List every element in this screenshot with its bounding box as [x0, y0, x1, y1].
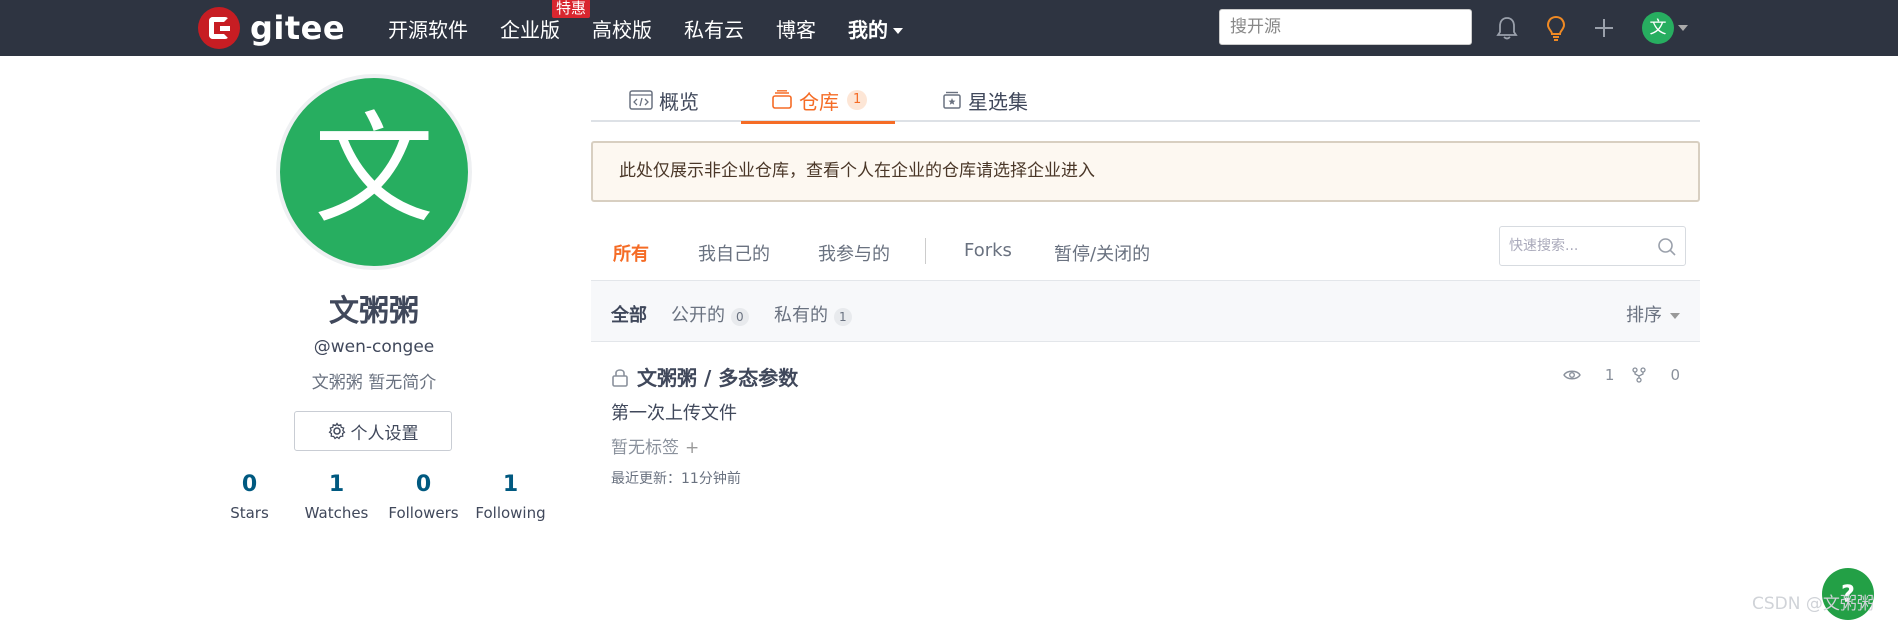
- repo-icon: [772, 90, 792, 109]
- profile-tabs: 概览 仓库 1 星选集: [591, 78, 1700, 124]
- profile-username: @wen-congee: [313, 337, 435, 357]
- nav-blog[interactable]: 博客: [776, 14, 816, 43]
- tab-collections[interactable]: 星选集: [942, 78, 1028, 122]
- tab-collections-label: 星选集: [968, 89, 1028, 114]
- stat-stars[interactable]: 0 Stars: [206, 470, 293, 522]
- filter-participated[interactable]: 我参与的: [818, 240, 890, 266]
- filter-paused-closed[interactable]: 暂停/关闭的: [1054, 240, 1150, 266]
- watch-count[interactable]: 1: [1563, 366, 1615, 384]
- tab-overview[interactable]: 概览: [629, 78, 699, 122]
- tab-overview-label: 概览: [659, 89, 699, 114]
- nav-mine-label: 我的: [848, 17, 888, 42]
- chevron-down-icon: [893, 28, 903, 34]
- active-tab-indicator: [741, 121, 896, 124]
- search-input[interactable]: 搜开源: [1219, 9, 1472, 45]
- filter-forks[interactable]: Forks: [964, 240, 1012, 261]
- sort-dropdown[interactable]: 排序: [1626, 301, 1680, 327]
- stat-label: Followers: [388, 504, 459, 522]
- subfilter-private[interactable]: 私有的 1: [774, 301, 852, 327]
- nav-private-cloud[interactable]: 私有云: [684, 14, 744, 43]
- main-nav: 开源软件 企业版 特惠 高校版 私有云 博客 我的: [388, 0, 935, 56]
- personal-settings-button[interactable]: 个人设置: [294, 411, 452, 451]
- user-avatar[interactable]: 文: [1642, 12, 1674, 44]
- plus-icon[interactable]: [1590, 14, 1618, 42]
- logo-text: gitee: [250, 9, 346, 47]
- visibility-filters: 全部 公开的 0 私有的 1 排序: [591, 280, 1700, 342]
- bell-icon[interactable]: [1493, 14, 1521, 42]
- lock-icon: [612, 368, 628, 387]
- stat-label: Stars: [230, 504, 269, 522]
- stat-watches[interactable]: 1 Watches: [293, 470, 380, 522]
- top-navbar: gitee 开源软件 企业版 特惠 高校版 私有云 博客 我的 搜开源 文: [0, 0, 1898, 56]
- repo-tags: 暂无标签 +: [611, 433, 699, 458]
- search-icon[interactable]: [1657, 237, 1677, 257]
- add-tag-button[interactable]: +: [685, 438, 699, 458]
- eye-icon: [1563, 370, 1581, 380]
- nav-enterprise[interactable]: 企业版 特惠: [500, 0, 590, 43]
- stat-followers[interactable]: 0 Followers: [380, 470, 467, 522]
- lightbulb-icon[interactable]: [1542, 14, 1570, 42]
- filter-divider: [925, 238, 926, 264]
- profile-name: 文粥粥: [329, 294, 419, 329]
- repo-description: 第一次上传文件: [611, 403, 737, 424]
- fork-count-value: 0: [1670, 366, 1680, 384]
- subfilter-public[interactable]: 公开的 0: [671, 301, 749, 327]
- repo-list-item: 文粥粥 / 多态参数 第一次上传文件 暂无标签 + 最近更新：11分钟前 1 0: [591, 342, 1700, 492]
- tab-repositories[interactable]: 仓库 1: [741, 78, 896, 124]
- watch-count-value: 1: [1604, 366, 1615, 384]
- repo-tags-label: 暂无标签: [611, 438, 679, 458]
- profile-bio: 文粥粥 暂无简介: [311, 373, 437, 393]
- repo-title-link[interactable]: 文粥粥 / 多态参数: [611, 362, 798, 391]
- repo-filters: 所有 我自己的 我参与的 Forks 暂停/关闭的 快速搜索...: [591, 226, 1700, 280]
- chevron-down-icon[interactable]: [1678, 25, 1688, 31]
- gitee-logo-icon: [198, 7, 240, 49]
- settings-label: 个人设置: [350, 423, 419, 444]
- quick-search-input[interactable]: 快速搜索...: [1499, 226, 1686, 266]
- gitee-logo[interactable]: gitee: [198, 6, 345, 50]
- subfilter-public-label: 公开的: [671, 305, 725, 326]
- filter-mine[interactable]: 我自己的: [698, 240, 770, 266]
- stat-label: Watches: [304, 504, 369, 522]
- nav-education[interactable]: 高校版: [592, 14, 652, 43]
- quick-search-placeholder: 快速搜索...: [1509, 238, 1579, 254]
- gear-icon: [328, 422, 345, 440]
- filter-all[interactable]: 所有: [613, 240, 649, 266]
- subfilter-private-label: 私有的: [774, 305, 828, 326]
- repo-meta: 1 0: [1545, 366, 1680, 384]
- nav-open-source[interactable]: 开源软件: [388, 14, 468, 43]
- repo-updated: 最近更新：11分钟前: [611, 471, 741, 487]
- chevron-down-icon: [1670, 313, 1680, 319]
- watermark: CSDN @文粥粥: [1752, 594, 1874, 614]
- fork-icon: [1632, 367, 1647, 383]
- stat-value: 1: [502, 472, 519, 497]
- overview-icon: [629, 90, 653, 110]
- public-count-badge: 0: [731, 308, 749, 326]
- tab-repositories-label: 仓库: [799, 89, 839, 114]
- sort-label: 排序: [1626, 305, 1662, 326]
- stat-label: Following: [475, 504, 546, 522]
- profile-avatar[interactable]: 文: [276, 74, 472, 270]
- fork-count[interactable]: 0: [1632, 366, 1680, 384]
- nav-enterprise-label: 企业版: [500, 17, 560, 42]
- stat-following[interactable]: 1 Following: [467, 470, 554, 522]
- stat-value: 0: [241, 472, 258, 497]
- profile-stats: 0 Stars 1 Watches 0 Followers 1 Followin…: [206, 470, 556, 522]
- private-count-badge: 1: [834, 308, 852, 326]
- repo-title: 文粥粥 / 多态参数: [637, 366, 799, 390]
- promo-badge: 特惠: [551, 0, 590, 18]
- stat-value: 0: [415, 472, 432, 497]
- enterprise-notice: 此处仅展示非企业仓库，查看个人在企业的仓库请选择企业进入: [591, 141, 1700, 202]
- nav-mine-dropdown[interactable]: 我的: [848, 14, 903, 43]
- stat-value: 1: [328, 472, 345, 497]
- subfilter-all[interactable]: 全部: [611, 301, 647, 327]
- collection-icon: [943, 91, 961, 109]
- repo-count-badge: 1: [847, 90, 868, 110]
